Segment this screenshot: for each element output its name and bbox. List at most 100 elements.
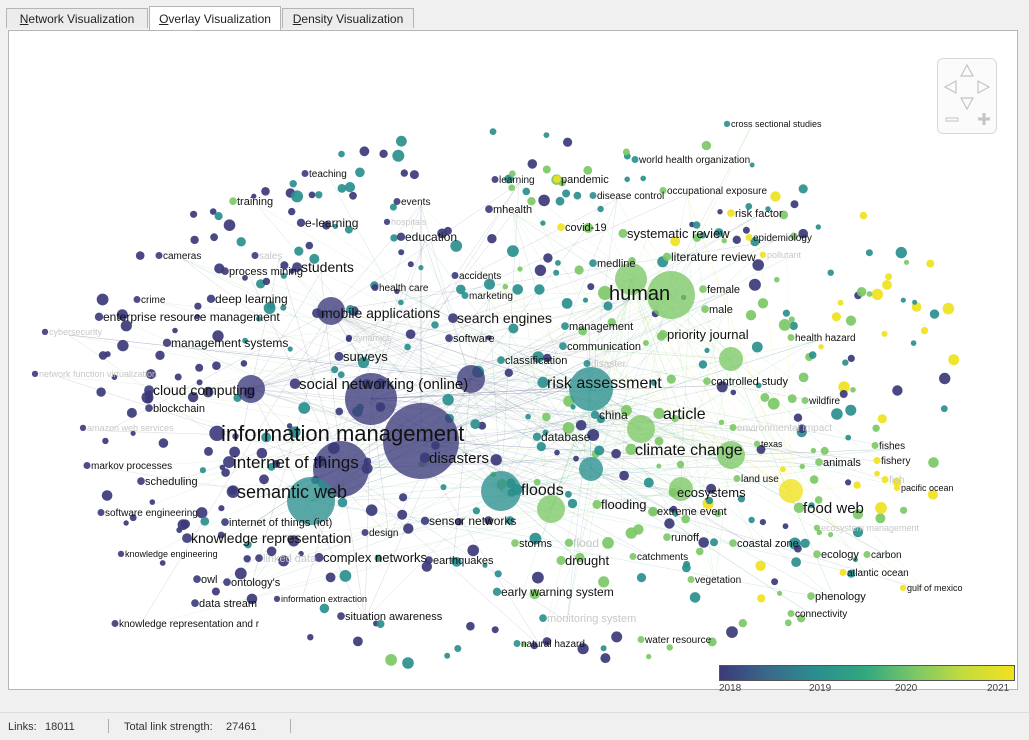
term-label[interactable]: medline [597, 258, 636, 270]
term-node[interactable] [353, 636, 363, 647]
term-node[interactable] [149, 499, 156, 505]
term-node[interactable] [344, 182, 356, 193]
term-node[interactable] [218, 505, 225, 512]
term-node[interactable] [485, 205, 493, 213]
term-node[interactable] [807, 592, 815, 601]
term-label[interactable]: training [237, 196, 273, 208]
term-node[interactable] [798, 184, 808, 194]
term-label[interactable]: linked data [263, 553, 317, 565]
term-node[interactable] [211, 587, 220, 596]
term-label[interactable]: ecosystem management [821, 523, 920, 533]
term-node[interactable] [135, 251, 145, 260]
term-node[interactable] [875, 502, 887, 514]
term-node[interactable] [636, 573, 647, 583]
term-node[interactable] [865, 249, 873, 257]
term-node[interactable] [534, 284, 545, 295]
term-label[interactable]: blockchain [153, 403, 205, 415]
term-node[interactable] [221, 267, 229, 275]
term-node[interactable] [704, 347, 710, 353]
term-node[interactable] [619, 470, 629, 481]
term-node[interactable] [600, 645, 607, 652]
term-node[interactable] [873, 457, 881, 464]
term-node[interactable] [133, 296, 141, 303]
term-node[interactable] [738, 619, 747, 628]
term-node[interactable] [696, 547, 704, 556]
term-node[interactable] [789, 321, 798, 331]
term-label[interactable]: texas [761, 439, 783, 449]
term-node[interactable] [491, 626, 499, 634]
term-label[interactable]: mhealth [493, 204, 532, 216]
term-node[interactable] [137, 477, 145, 485]
term-node[interactable] [307, 634, 314, 641]
term-node[interactable] [900, 297, 906, 303]
term-node[interactable] [801, 397, 809, 404]
term-node[interactable] [850, 387, 856, 393]
term-label[interactable]: communication [567, 341, 641, 353]
term-node[interactable] [574, 265, 584, 275]
term-node[interactable] [206, 294, 216, 303]
term-node[interactable] [582, 297, 589, 303]
term-node[interactable] [308, 191, 316, 199]
term-node[interactable] [397, 509, 408, 520]
term-label[interactable]: management [569, 321, 633, 333]
term-label[interactable]: management systems [171, 336, 288, 350]
term-node[interactable] [193, 575, 201, 584]
term-node[interactable] [760, 393, 770, 402]
term-node[interactable] [221, 518, 229, 526]
term-node[interactable] [396, 232, 406, 241]
term-label[interactable]: semantic web [237, 482, 347, 502]
term-node[interactable] [393, 198, 401, 205]
term-node[interactable] [687, 576, 695, 583]
term-node[interactable] [319, 603, 330, 614]
term-node[interactable] [622, 148, 630, 156]
term-node[interactable] [939, 372, 951, 385]
term-label[interactable]: literature review [671, 250, 756, 264]
term-node[interactable] [871, 288, 884, 301]
term-node[interactable] [777, 590, 783, 596]
term-node[interactable] [845, 404, 857, 416]
term-node[interactable] [895, 246, 907, 259]
term-label[interactable]: mobile applications [321, 305, 440, 321]
term-label[interactable]: internet of things [233, 453, 359, 472]
term-node[interactable] [525, 413, 531, 420]
zoom-in-icon[interactable] [978, 113, 990, 125]
term-node[interactable] [920, 326, 929, 335]
term-label[interactable]: fishes [879, 441, 905, 452]
term-node[interactable] [912, 299, 918, 305]
term-node[interactable] [361, 529, 369, 536]
term-label[interactable]: climate change [635, 442, 743, 459]
term-label[interactable]: ecosystems [677, 485, 746, 500]
term-label[interactable]: flood [573, 536, 599, 550]
term-node[interactable] [719, 347, 743, 371]
term-node[interactable] [557, 223, 565, 231]
term-label[interactable]: occupational exposure [667, 186, 768, 197]
term-node[interactable] [442, 394, 454, 406]
term-node[interactable] [96, 387, 106, 397]
term-node[interactable] [759, 251, 767, 258]
term-node[interactable] [513, 640, 521, 647]
term-label[interactable]: teaching [309, 169, 347, 180]
term-label[interactable]: scheduling [145, 476, 198, 488]
term-label[interactable]: search engines [457, 310, 552, 326]
term-node[interactable] [144, 396, 153, 404]
term-label[interactable]: network function virtualization [39, 369, 157, 379]
term-label[interactable]: controlled study [711, 376, 789, 388]
term-node[interactable] [196, 507, 208, 519]
term-label[interactable]: cybersecurity [49, 327, 103, 337]
term-node[interactable] [859, 211, 868, 220]
term-label[interactable]: information extraction [281, 594, 367, 604]
term-node[interactable] [400, 169, 408, 177]
term-node[interactable] [98, 351, 108, 360]
term-node[interactable] [798, 372, 809, 383]
term-node[interactable] [445, 334, 453, 342]
term-node[interactable] [845, 434, 852, 441]
term-node[interactable] [757, 594, 766, 603]
term-node[interactable] [101, 490, 113, 501]
term-node[interactable] [454, 645, 462, 652]
term-node[interactable] [398, 249, 405, 256]
term-label[interactable]: drought [565, 553, 609, 568]
term-node[interactable] [511, 539, 519, 547]
term-node[interactable] [96, 293, 109, 306]
term-node[interactable] [176, 527, 183, 533]
term-node[interactable] [162, 338, 172, 347]
